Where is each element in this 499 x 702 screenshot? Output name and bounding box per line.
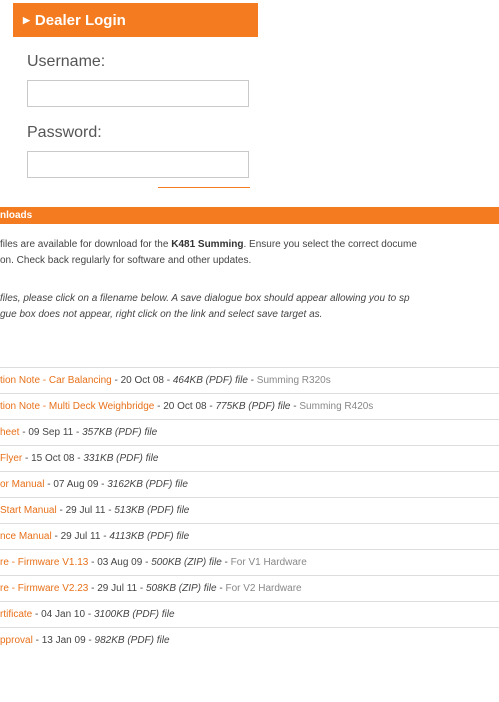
intro-text-line2: on. Check back regularly for software an…: [0, 255, 252, 266]
download-link[interactable]: Start Manual: [0, 505, 57, 516]
file-date: 15 Oct 08: [31, 453, 75, 464]
howto-text-line1: files, please click on a filename below.…: [0, 293, 410, 304]
download-link[interactable]: re - Firmware V2.23: [0, 583, 88, 594]
file-date: 03 Aug 09: [97, 557, 143, 568]
file-size: 4113KB (PDF) file: [109, 531, 190, 542]
download-link[interactable]: heet: [0, 427, 19, 438]
file-size: 500KB (ZIP) file: [151, 557, 222, 568]
file-date: 04 Jan 10: [41, 609, 86, 620]
file-date: 20 Oct 08: [120, 375, 164, 386]
file-size: 464KB (PDF) file: [172, 375, 248, 386]
download-link[interactable]: Flyer: [0, 453, 22, 464]
list-item: re - Firmware V1.13 - 03 Aug 09 - 500KB …: [0, 549, 499, 575]
file-size: 982KB (PDF) file: [94, 635, 170, 646]
file-date: 29 Jul 11: [60, 531, 101, 542]
list-item: Start Manual - 29 Jul 11 - 513KB (PDF) f…: [0, 497, 499, 523]
intro-product: K481 Summing: [171, 239, 244, 250]
file-date: 20 Oct 08: [163, 401, 207, 412]
download-link[interactable]: or Manual: [0, 479, 44, 490]
download-link[interactable]: re - Firmware V1.13: [0, 557, 88, 568]
download-link[interactable]: tion Note - Car Balancing: [0, 375, 112, 386]
file-size: 775KB (PDF) file: [215, 401, 291, 412]
downloads-list: tion Note - Car Balancing - 20 Oct 08 - …: [0, 367, 499, 653]
file-note: For V1 Hardware: [230, 557, 307, 568]
list-item: re - Firmware V2.23 - 29 Jul 11 - 508KB …: [0, 575, 499, 601]
file-date: 07 Aug 09: [53, 479, 99, 490]
list-item: or Manual - 07 Aug 09 - 3162KB (PDF) fil…: [0, 471, 499, 497]
file-size: 508KB (ZIP) file: [145, 583, 217, 594]
file-size: 513KB (PDF) file: [114, 505, 190, 516]
list-item: nce Manual - 29 Jul 11 - 4113KB (PDF) fi…: [0, 523, 499, 549]
file-date: 09 Sep 11: [28, 427, 74, 438]
file-size: 357KB (PDF) file: [82, 427, 158, 438]
file-size: 3162KB (PDF) file: [107, 479, 188, 490]
list-item: pproval - 13 Jan 09 - 982KB (PDF) file: [0, 627, 499, 653]
triangle-right-icon: ▶: [23, 15, 30, 25]
dealer-login-title: Dealer Login: [34, 12, 126, 29]
intro-text-line1: files are available for download for the…: [0, 237, 417, 253]
intro-post: . Ensure you select the correct docume: [243, 239, 417, 250]
file-note: For V2 Hardware: [225, 583, 302, 594]
intro-pre: files are available for download for the: [0, 239, 172, 250]
list-item: Flyer - 15 Oct 08 - 331KB (PDF) file: [0, 445, 499, 471]
username-label: Username:: [27, 53, 106, 70]
download-link[interactable]: rtificate: [0, 609, 32, 620]
howto-text-line2: gue box does not appear, right click on …: [0, 309, 323, 320]
file-note: Summing R420s: [299, 401, 374, 412]
file-note: Summing R320s: [256, 375, 331, 386]
login-divider: [158, 187, 250, 188]
download-link[interactable]: tion Note - Multi Deck Weighbridge: [0, 401, 154, 412]
file-size: 331KB (PDF) file: [83, 453, 159, 464]
password-label: Password:: [27, 124, 102, 141]
file-date: 29 Jul 11: [65, 505, 106, 516]
dealer-login-header[interactable]: ▶ Dealer Login: [13, 3, 258, 37]
username-input[interactable]: [27, 80, 249, 107]
download-link[interactable]: nce Manual: [0, 531, 52, 542]
list-item: tion Note - Multi Deck Weighbridge - 20 …: [0, 393, 499, 419]
file-size: 3100KB (PDF) file: [93, 609, 175, 620]
file-date: 13 Jan 09: [41, 635, 86, 646]
list-item: heet - 09 Sep 11 - 357KB (PDF) file: [0, 419, 499, 445]
file-date: 29 Jul 11: [97, 583, 138, 594]
list-item: tion Note - Car Balancing - 20 Oct 08 - …: [0, 367, 499, 393]
downloads-header: nloads: [0, 207, 499, 224]
list-item: rtificate - 04 Jan 10 - 3100KB (PDF) fil…: [0, 601, 499, 627]
download-link[interactable]: pproval: [0, 635, 33, 646]
password-input[interactable]: [27, 151, 249, 178]
